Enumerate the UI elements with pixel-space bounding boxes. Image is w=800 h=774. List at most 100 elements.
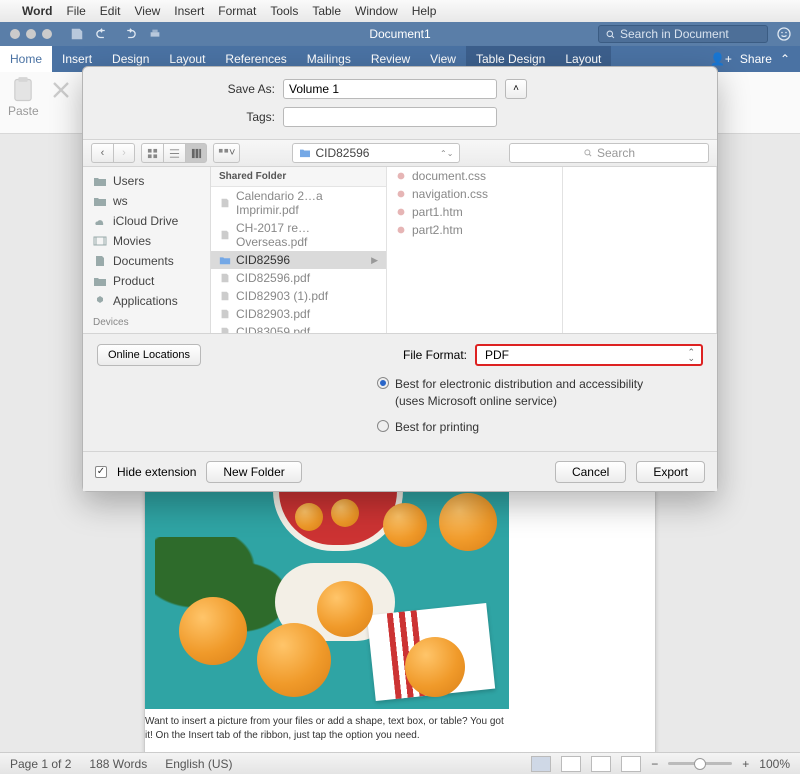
- zoom-window-icon[interactable]: [42, 29, 52, 39]
- tab-home[interactable]: Home: [0, 46, 52, 72]
- file-item[interactable]: CH-2017 re…Overseas.pdf: [211, 219, 386, 251]
- finder-column-2: document.css navigation.csspart1.htmpart2…: [387, 167, 563, 333]
- menu-window[interactable]: Window: [355, 4, 398, 18]
- status-lang[interactable]: English (US): [165, 757, 232, 771]
- search-icon: [605, 29, 616, 40]
- menu-tools[interactable]: Tools: [270, 4, 298, 18]
- finder-search-placeholder: Search: [597, 146, 635, 160]
- saveas-input[interactable]: [283, 79, 497, 99]
- tags-input[interactable]: [283, 107, 497, 127]
- finder-toolbar: ‹ › ˅ CID82596 ⌃⌄ Search: [83, 139, 717, 167]
- sidebar-label: Applications: [113, 294, 178, 308]
- file-item[interactable]: part1.htm: [387, 203, 562, 221]
- sidebar-item-icloud[interactable]: iCloud Drive: [83, 211, 210, 231]
- menu-view[interactable]: View: [134, 4, 160, 18]
- radio-checked-icon: [377, 377, 389, 389]
- sidebar-label: Documents: [113, 254, 174, 268]
- paste-label: Paste: [8, 104, 39, 118]
- sidebar-item-movies[interactable]: Movies: [83, 231, 210, 251]
- menu-table[interactable]: Table: [312, 4, 341, 18]
- sidebar-item-remote-disc[interactable]: Remote Disc: [83, 330, 210, 333]
- hide-extension-checkbox[interactable]: ✓: [95, 466, 107, 478]
- finder-search[interactable]: Search: [509, 143, 709, 163]
- option-electronic[interactable]: Best for electronic distribution and acc…: [377, 376, 703, 408]
- file-format-label: File Format:: [403, 348, 467, 362]
- group-button[interactable]: ˅: [213, 143, 240, 163]
- sidebar-item-documents[interactable]: Documents: [83, 251, 210, 271]
- option-printing-label: Best for printing: [395, 419, 479, 435]
- search-document[interactable]: Search in Document: [598, 25, 768, 43]
- view-outline-icon[interactable]: [591, 756, 611, 772]
- smiley-icon[interactable]: [776, 26, 792, 42]
- path-label: CID82596: [315, 146, 369, 160]
- sidebar-item-ws[interactable]: ws: [83, 191, 210, 211]
- menu-file[interactable]: File: [66, 4, 85, 18]
- traffic-lights[interactable]: [0, 29, 52, 39]
- file-item[interactable]: CID82903.pdf: [211, 305, 386, 323]
- file-name: CID82903.pdf: [236, 307, 310, 321]
- view-icons-button[interactable]: [141, 143, 163, 163]
- sidebar-item-users[interactable]: Users: [83, 171, 210, 191]
- view-list-button[interactable]: [163, 143, 185, 163]
- finder-column-1: Shared Folder Calendario 2…a Imprimir.pd…: [211, 167, 387, 333]
- ribbon-collapse-icon[interactable]: ⌃: [780, 52, 790, 66]
- status-page[interactable]: Page 1 of 2: [10, 757, 71, 771]
- file-name: document.css: [412, 169, 486, 183]
- forward-button[interactable]: ›: [113, 143, 135, 163]
- sidebar-label: ws: [113, 194, 128, 208]
- file-item[interactable]: CID83059.pdf: [211, 323, 386, 333]
- minimize-window-icon[interactable]: [26, 29, 36, 39]
- paste-group[interactable]: Paste: [8, 76, 39, 118]
- file-item[interactable]: document.css: [387, 167, 562, 185]
- status-words[interactable]: 188 Words: [89, 757, 147, 771]
- new-folder-button[interactable]: New Folder: [206, 461, 301, 483]
- file-name: CID82596.pdf: [236, 271, 310, 285]
- finder-sidebar: Users ws iCloud Drive Movies Documents P…: [83, 167, 211, 333]
- close-window-icon[interactable]: [10, 29, 20, 39]
- option-printing[interactable]: Best for printing: [377, 419, 703, 435]
- menu-help[interactable]: Help: [412, 4, 437, 18]
- sidebar-item-applications[interactable]: Applications: [83, 291, 210, 311]
- file-name: CID82903 (1).pdf: [236, 289, 328, 303]
- collapse-button[interactable]: ˄: [505, 79, 527, 99]
- undo-icon[interactable]: [96, 27, 110, 41]
- save-icon[interactable]: [70, 27, 84, 41]
- menu-edit[interactable]: Edit: [100, 4, 121, 18]
- file-name: CID83059.pdf: [236, 325, 310, 333]
- print-icon[interactable]: [148, 27, 162, 41]
- file-name: CID82596: [236, 253, 290, 267]
- redo-icon[interactable]: [122, 27, 136, 41]
- zoom-value[interactable]: 100%: [759, 757, 790, 771]
- cut-icon[interactable]: [47, 76, 75, 104]
- search-doc-placeholder: Search in Document: [620, 27, 729, 41]
- view-columns-button[interactable]: [185, 143, 207, 163]
- view-draft-icon[interactable]: [621, 756, 641, 772]
- radio-unchecked-icon: [377, 420, 389, 432]
- sidebar-item-product[interactable]: Product: [83, 271, 210, 291]
- menubar-appname[interactable]: Word: [22, 4, 52, 18]
- back-button[interactable]: ‹: [91, 143, 113, 163]
- view-print-layout-icon[interactable]: [531, 756, 551, 772]
- view-web-layout-icon[interactable]: [561, 756, 581, 772]
- share-user-icon[interactable]: 👤+: [710, 52, 732, 66]
- export-button[interactable]: Export: [636, 461, 705, 483]
- menu-format[interactable]: Format: [218, 4, 256, 18]
- file-item[interactable]: navigation.css: [387, 185, 562, 203]
- inserted-image[interactable]: [145, 491, 509, 709]
- share-label[interactable]: Share: [740, 52, 772, 66]
- cancel-button[interactable]: Cancel: [555, 461, 626, 483]
- menu-insert[interactable]: Insert: [174, 4, 204, 18]
- file-item[interactable]: part2.htm: [387, 221, 562, 239]
- file-item[interactable]: CID82596▶: [211, 251, 386, 269]
- zoom-out-button[interactable]: −: [651, 757, 658, 771]
- file-name: CH-2017 re…Overseas.pdf: [236, 221, 378, 249]
- file-item[interactable]: Calendario 2…a Imprimir.pdf: [211, 187, 386, 219]
- file-item[interactable]: CID82596.pdf: [211, 269, 386, 287]
- online-locations-button[interactable]: Online Locations: [97, 344, 201, 366]
- zoom-in-button[interactable]: +: [742, 757, 749, 771]
- file-item[interactable]: CID82903 (1).pdf: [211, 287, 386, 305]
- zoom-slider[interactable]: [668, 762, 732, 765]
- sidebar-label: Product: [113, 274, 154, 288]
- file-format-select[interactable]: PDF ⌃⌄: [475, 344, 703, 366]
- path-dropdown[interactable]: CID82596 ⌃⌄: [292, 143, 460, 163]
